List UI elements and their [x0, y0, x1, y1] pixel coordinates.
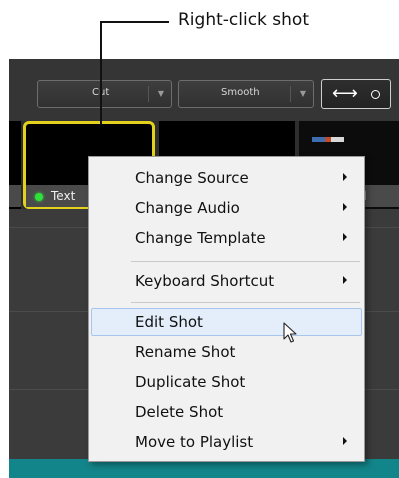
- submenu-arrow-icon: [343, 203, 347, 211]
- smoothing-dropdown-value: Smooth: [221, 87, 260, 98]
- menu-item-rename-shot[interactable]: Rename Shot: [91, 338, 362, 366]
- callout-line-vertical: [100, 21, 102, 125]
- menu-item-keyboard-shortcut[interactable]: Keyboard Shortcut: [91, 267, 362, 295]
- submenu-arrow-icon: [343, 437, 347, 445]
- swap-button[interactable]: ⟷: [321, 79, 391, 109]
- callout-line-horizontal: [100, 21, 169, 23]
- menu-item-edit-shot[interactable]: Edit Shot: [91, 308, 362, 336]
- menu-item-delete-shot[interactable]: Delete Shot: [91, 398, 362, 426]
- submenu-arrow-icon: [343, 233, 347, 241]
- menu-item-change-template[interactable]: Change Template: [91, 224, 362, 252]
- circle-icon: [371, 90, 380, 99]
- toolbar: Cut ▼ Smooth ▼ ⟷: [9, 59, 399, 122]
- shot-thumbnail: [312, 137, 344, 142]
- submenu-arrow-icon: [343, 276, 347, 284]
- submenu-arrow-icon: [343, 173, 347, 181]
- menu-item-label: Keyboard Shortcut: [135, 272, 275, 290]
- chevron-down-icon: ▼: [299, 89, 306, 98]
- mouse-pointer-icon: [283, 322, 297, 348]
- live-status-icon: [35, 193, 43, 201]
- menu-item-label: Move to Playlist: [135, 433, 254, 451]
- menu-item-label: Duplicate Shot: [135, 373, 246, 391]
- menu-item-label: Change Source: [135, 169, 249, 187]
- menu-item-change-audio[interactable]: Change Audio: [91, 194, 362, 222]
- transition-dropdown[interactable]: Cut ▼: [37, 80, 172, 108]
- menu-item-label: Delete Shot: [135, 403, 224, 421]
- caption-band: [9, 185, 21, 207]
- menu-item-label: Edit Shot: [135, 313, 203, 331]
- menu-separator: [131, 302, 360, 303]
- menu-separator: [131, 261, 360, 262]
- menu-item-move-to-playlist[interactable]: Move to Playlist: [91, 428, 362, 456]
- menu-item-label: Change Template: [135, 229, 266, 247]
- shot-name-selected: Text: [51, 189, 76, 203]
- dropdown-separator: [148, 86, 149, 102]
- smoothing-dropdown[interactable]: Smooth ▼: [178, 80, 314, 108]
- menu-item-label: Rename Shot: [135, 343, 236, 361]
- swap-arrows-icon: ⟷: [332, 83, 358, 104]
- dropdown-separator: [290, 86, 291, 102]
- menu-item-duplicate-shot[interactable]: Duplicate Shot: [91, 368, 362, 396]
- menu-item-label: Change Audio: [135, 199, 240, 217]
- context-menu: Change Source Change Audio Change Templa…: [88, 156, 365, 462]
- callout-label: Right-click shot: [178, 10, 309, 30]
- chevron-down-icon: ▼: [157, 89, 164, 98]
- menu-item-change-source[interactable]: Change Source: [91, 164, 362, 192]
